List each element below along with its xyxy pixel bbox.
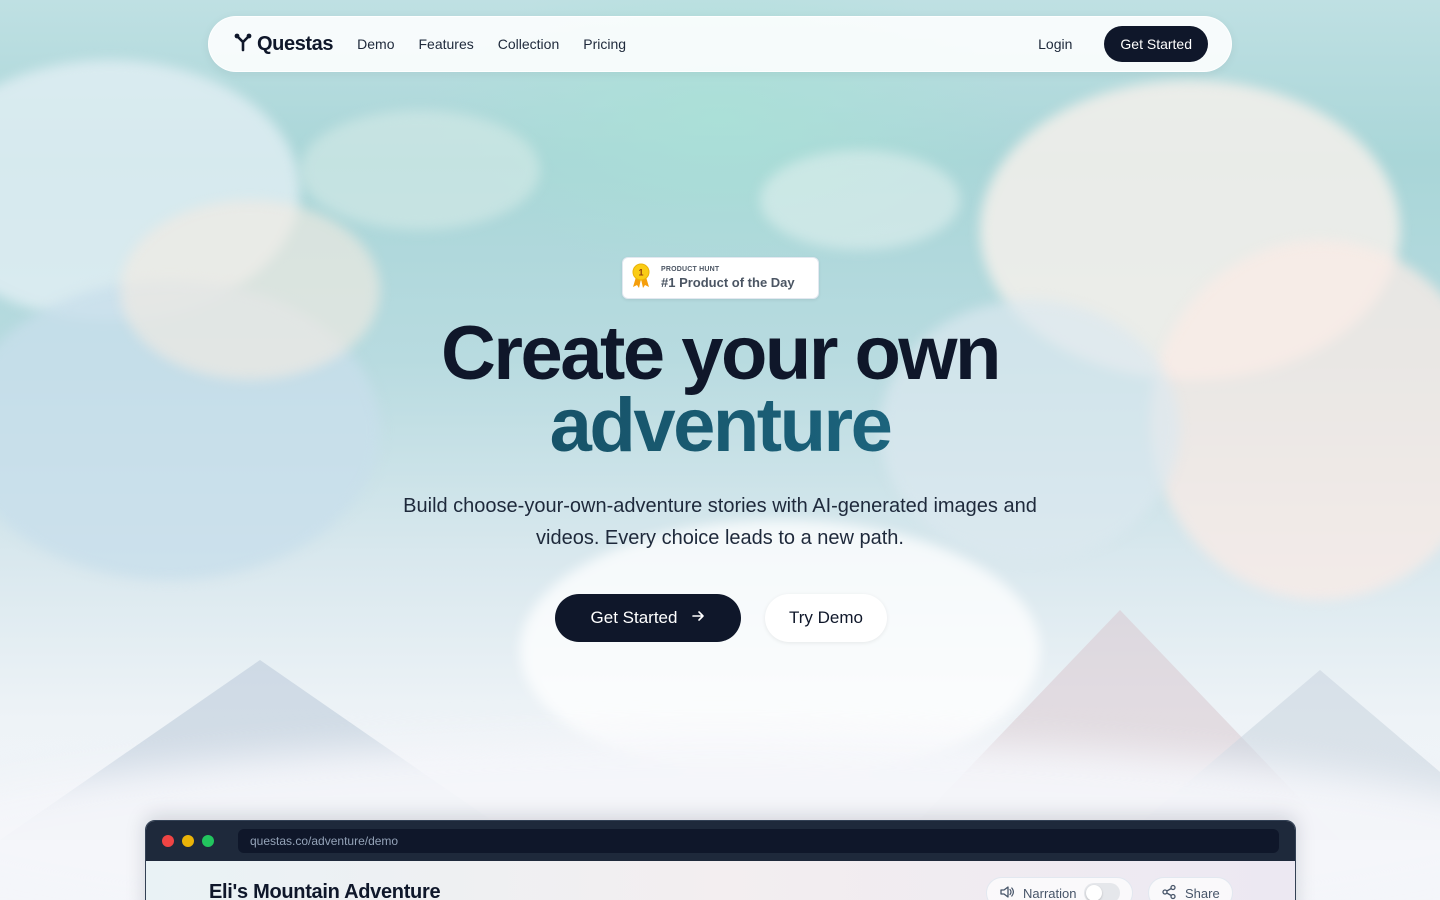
browser-url-bar: questas.co/adventure/demo — [238, 829, 1279, 853]
demo-story-header: Eli's Mountain Adventure Narration Share — [146, 861, 1295, 900]
medal-number: 1 — [638, 267, 643, 277]
share-button[interactable]: Share — [1148, 877, 1233, 900]
minimize-dot-icon — [182, 835, 194, 847]
hero-title: Create your own adventure — [0, 311, 1440, 464]
nav-link-demo[interactable]: Demo — [357, 36, 394, 52]
share-icon — [1161, 884, 1177, 900]
login-link[interactable]: Login — [1038, 36, 1072, 52]
logo-text: Questas — [257, 32, 334, 55]
hero-title-line-2: adventure — [0, 388, 1440, 464]
narration-label: Narration — [1023, 885, 1077, 900]
speaker-icon — [999, 884, 1015, 900]
hero-get-started-label: Get Started — [590, 608, 678, 627]
browser-toolbar: questas.co/adventure/demo — [146, 821, 1295, 861]
hero-get-started-button[interactable]: Get Started — [555, 594, 741, 642]
nav-get-started-button[interactable]: Get Started — [1104, 26, 1208, 62]
nav-link-pricing[interactable]: Pricing — [583, 36, 626, 52]
try-demo-button[interactable]: Try Demo — [765, 594, 887, 642]
nav-links: Demo Features Collection Pricing — [357, 36, 626, 52]
maximize-dot-icon — [202, 835, 214, 847]
badge-label: PRODUCT HUNT — [661, 266, 720, 273]
narration-switch[interactable] — [1084, 883, 1121, 900]
medal-icon: 1 — [631, 263, 651, 294]
nav-link-features[interactable]: Features — [419, 36, 474, 52]
nav-link-collection[interactable]: Collection — [498, 36, 559, 52]
story-title: Eli's Mountain Adventure — [209, 881, 441, 900]
badge-title: #1 Product of the Day — [661, 275, 795, 290]
arrow-right-icon — [691, 608, 705, 628]
branch-logo-icon — [233, 32, 253, 57]
logo[interactable]: Questas — [233, 32, 334, 57]
hero-title-line-1: Create your own — [441, 311, 1001, 396]
nav-actions: Login Get Started — [1038, 26, 1208, 62]
top-nav: Questas Demo Features Collection Pricing… — [208, 16, 1232, 72]
hero-subtitle: Build choose-your-own-adventure stories … — [403, 495, 1037, 549]
narration-toggle[interactable]: Narration — [986, 877, 1134, 900]
product-hunt-badge[interactable]: 1 PRODUCT HUNT #1 Product of the Day — [622, 257, 819, 299]
hero-cta-group: Get Started Try Demo — [555, 594, 887, 642]
share-label: Share — [1185, 885, 1220, 900]
demo-browser-window: questas.co/adventure/demo Eli's Mountain… — [145, 820, 1296, 900]
badge-text: PRODUCT HUNT #1 Product of the Day — [661, 266, 795, 290]
close-dot-icon — [162, 835, 174, 847]
